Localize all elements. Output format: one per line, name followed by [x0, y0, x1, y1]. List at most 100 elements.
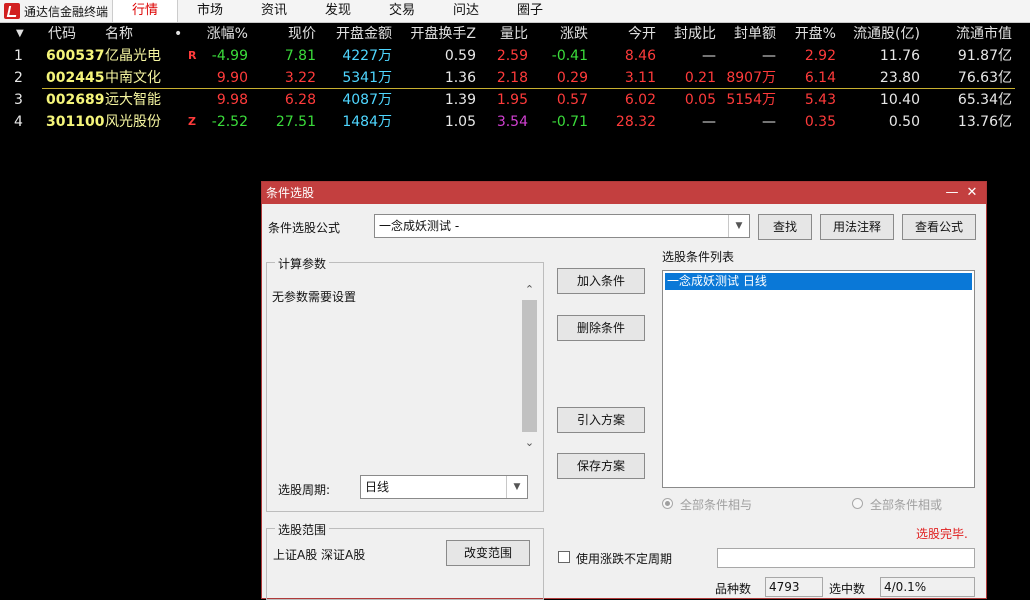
cell-open-turnover: 1.39: [444, 92, 476, 108]
cell-price: 27.51: [275, 114, 316, 130]
cell-code: 002445: [46, 70, 105, 86]
column-header[interactable]: 名称: [105, 23, 155, 45]
cell-vol-ratio: 2.18: [496, 70, 528, 86]
cell-open-amount: 5341万: [342, 70, 392, 86]
chevron-down-icon[interactable]: ▼: [506, 476, 527, 498]
column-header[interactable]: 今开: [600, 23, 656, 45]
column-header[interactable]: 量比: [480, 23, 528, 45]
menu-bar: 通达信金融终端 行情 市场 资讯 发现 交易 问达 圈子: [0, 0, 1030, 23]
condition-list[interactable]: 一念成妖测试 日线: [662, 270, 975, 488]
stock-screener-dialog: 条件选股 — ✕ 条件选股公式 一念成妖测试 - ▼ 查找 用法注释 查看公式 …: [261, 181, 987, 600]
column-header[interactable]: 封单额: [722, 23, 776, 45]
cell-change-pct: 9.98: [216, 92, 248, 108]
cell-seal-amount: 5154万: [726, 92, 776, 108]
scroll-up-icon[interactable]: ⌃: [521, 281, 538, 298]
cell-float-cap: 91.87亿: [957, 48, 1012, 64]
sort-menu-icon[interactable]: ▼: [16, 23, 24, 45]
count-label: 品种数: [715, 582, 752, 596]
cell-vol-ratio: 2.59: [496, 48, 528, 64]
tab-4[interactable]: 交易: [370, 0, 434, 22]
view-formula-button[interactable]: 查看公式: [902, 214, 976, 240]
cell-change-pct: 9.90: [216, 70, 248, 86]
find-button[interactable]: 查找: [758, 214, 812, 240]
cell-seal-ratio: 0.05: [684, 92, 716, 108]
variable-period-checkbox[interactable]: [558, 551, 570, 563]
tab-0[interactable]: 行情: [112, 0, 178, 22]
close-icon[interactable]: ✕: [962, 182, 982, 204]
cell-vol-ratio: 1.95: [496, 92, 528, 108]
cell-open-pct: 0.35: [804, 114, 836, 130]
radio-all-or[interactable]: [852, 498, 863, 509]
cell-change: -0.71: [551, 114, 588, 130]
radio-all-and-label: 全部条件相与: [680, 498, 753, 512]
cell-change: 0.57: [556, 92, 588, 108]
range-group: 选股范围 上证A股 深证A股 改变范围: [266, 521, 544, 600]
cell-open-turnover: 1.05: [444, 114, 476, 130]
column-header[interactable]: 开盘%: [784, 23, 836, 45]
tab-6[interactable]: 圈子: [498, 0, 562, 22]
condition-list-label: 选股条件列表: [662, 250, 735, 264]
quote-header-row: ▼ 代码 名称 • 涨幅% 现价 开盘金额 开盘换手Z 量比 涨跌 今开 封成比 封单额 开盘% 流通股(亿…: [0, 23, 1030, 45]
params-scrollbar[interactable]: ⌃ ⌄: [521, 281, 538, 451]
status-text: 选股完毕.: [916, 527, 968, 541]
scroll-down-icon[interactable]: ⌄: [521, 434, 538, 451]
column-header[interactable]: 现价: [260, 23, 316, 45]
minimize-icon[interactable]: —: [942, 182, 962, 204]
tab-2[interactable]: 资讯: [242, 0, 306, 22]
progress-field: [717, 548, 975, 568]
row-separator: [42, 88, 1015, 89]
table-row[interactable]: 1 600537 亿晶光电 R -4.99 7.81 4227万 0.59 2.59 -0.41 8…: [0, 45, 1030, 67]
scroll-thumb[interactable]: [522, 300, 537, 432]
column-header[interactable]: 涨跌: [540, 23, 588, 45]
cell-float-shares: 23.80: [879, 70, 920, 86]
cell-code: 002689: [46, 92, 105, 108]
cell-price: 6.28: [284, 92, 316, 108]
column-header[interactable]: 封成比: [664, 23, 716, 45]
change-range-button[interactable]: 改变范围: [446, 540, 530, 566]
usage-notes-button[interactable]: 用法注释: [820, 214, 894, 240]
cell-open: 6.02: [624, 92, 656, 108]
cell-code: 600537: [46, 48, 105, 64]
variable-period-label: 使用涨跌不定周期: [576, 552, 673, 566]
period-select[interactable]: 日线 ▼: [360, 475, 528, 499]
column-header[interactable]: •: [174, 23, 184, 45]
radio-all-and[interactable]: [662, 498, 673, 509]
calc-params-group: 计算参数 无参数需要设置 ⌃ ⌄ 选股周期: 日线 ▼: [266, 255, 544, 512]
column-header[interactable]: 流通市值: [930, 23, 1012, 45]
cell-float-cap: 13.76亿: [957, 114, 1012, 130]
column-header[interactable]: 开盘金额: [318, 23, 392, 45]
column-header[interactable]: 开盘换手Z: [400, 23, 476, 45]
cell-float-shares: 0.50: [888, 114, 920, 130]
column-header[interactable]: 流通股(亿): [846, 23, 920, 45]
tab-1[interactable]: 市场: [178, 0, 242, 22]
tab-3[interactable]: 发现: [306, 0, 370, 22]
cell-seal-ratio: —: [702, 114, 716, 130]
column-header[interactable]: 代码: [48, 23, 98, 45]
dialog-titlebar[interactable]: 条件选股 — ✕: [262, 182, 986, 204]
add-condition-button[interactable]: 加入条件: [557, 268, 645, 294]
range-title: 选股范围: [275, 521, 330, 538]
condition-list-item[interactable]: 一念成妖测试 日线: [665, 273, 972, 290]
import-scheme-button[interactable]: 引入方案: [557, 407, 645, 433]
app-title: 通达信金融终端: [24, 4, 109, 19]
save-scheme-button[interactable]: 保存方案: [557, 453, 645, 479]
cell-idx: 3: [14, 92, 23, 108]
table-row[interactable]: 4 301100 风光股份 Z -2.52 27.51 1484万 1.05 3.54 -0.71…: [0, 111, 1030, 133]
cell-code: 301100: [46, 114, 105, 130]
chevron-down-icon[interactable]: ▼: [728, 215, 749, 237]
delete-condition-button[interactable]: 删除条件: [557, 315, 645, 341]
app-logo-icon: [4, 3, 20, 19]
tab-5[interactable]: 问达: [434, 0, 498, 22]
cell-change-pct: -4.99: [211, 48, 248, 64]
table-row[interactable]: 3 002689 远大智能 9.98 6.28 4087万 1.39 1.95 0.57 6.02…: [0, 89, 1030, 111]
cell-change-pct: -2.52: [211, 114, 248, 130]
column-header[interactable]: 涨幅%: [200, 23, 248, 45]
cell-open-pct: 6.14: [804, 70, 836, 86]
cell-name: 中南文化: [105, 70, 161, 86]
table-row[interactable]: 2 002445 中南文化 9.90 3.22 5341万 1.36 2.18 0.29 3.11…: [0, 67, 1030, 89]
cell-float-cap: 76.63亿: [957, 70, 1012, 86]
formula-select[interactable]: 一念成妖测试 - ▼: [374, 214, 750, 238]
app-logo: 通达信金融终端: [0, 0, 112, 22]
cell-idx: 2: [14, 70, 23, 86]
cell-open-amount: 4227万: [342, 48, 392, 64]
